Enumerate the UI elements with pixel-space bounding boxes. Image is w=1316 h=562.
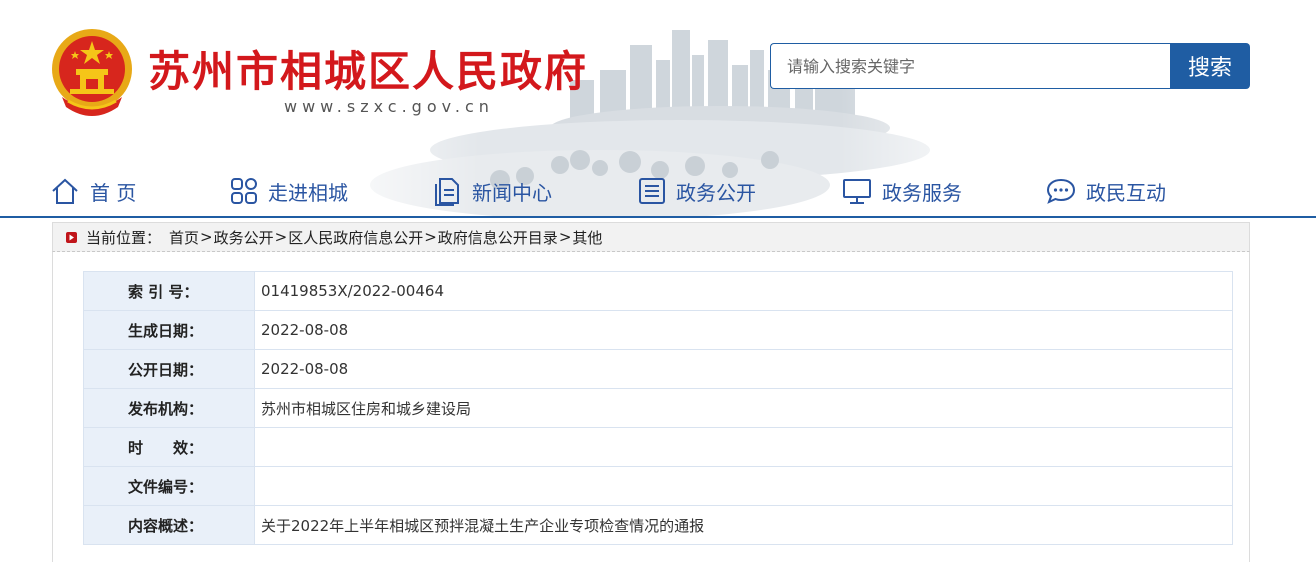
chat-icon — [1046, 178, 1076, 204]
location-marker-icon — [66, 231, 77, 243]
monitor-icon — [843, 179, 871, 204]
search-box: 搜索 — [770, 43, 1250, 89]
nav-item-label: 政务服务 — [882, 180, 962, 205]
created-date-label: 生成日期： — [83, 310, 255, 350]
table-row: 索 引 号： 01419853X/2022-00464 — [83, 271, 1233, 311]
validity-label: 时 效： — [83, 427, 255, 467]
publisher-label: 发布机构： — [83, 388, 255, 428]
publisher-value: 苏州市相城区住房和城乡建设局 — [254, 388, 1233, 428]
breadcrumb-separator: > — [200, 228, 213, 246]
table-row: 内容概述： 关于2022年上半年相城区预拌混凝土生产企业专项检查情况的通报 — [83, 505, 1233, 545]
document-number-value — [254, 466, 1233, 506]
document-icon — [435, 178, 459, 206]
table-row: 生成日期： 2022-08-08 — [83, 310, 1233, 350]
nav-item-label: 首 页 — [90, 180, 137, 205]
table-row: 时 效： — [83, 427, 1233, 467]
info-table: 索 引 号： 01419853X/2022-00464 生成日期： 2022-0… — [83, 271, 1233, 545]
site-url: www.szxc.gov.cn — [284, 97, 494, 116]
breadcrumb-separator: > — [274, 228, 288, 246]
table-row: 公开日期： 2022-08-08 — [83, 349, 1233, 389]
main-nav: 首 页 走进相城 新闻中心 政务公开 政务服务 政民互动 — [0, 168, 1316, 216]
grid-icon — [231, 178, 257, 204]
summary-value: 关于2022年上半年相城区预拌混凝土生产企业专项检查情况的通报 — [254, 505, 1233, 545]
summary-label: 内容概述： — [83, 505, 255, 545]
index-number-value: 01419853X/2022-00464 — [254, 271, 1233, 311]
search-input[interactable] — [770, 43, 1170, 89]
table-row: 文件编号： — [83, 466, 1233, 506]
published-date-label: 公开日期： — [83, 349, 255, 389]
nav-item-label: 新闻中心 — [472, 180, 552, 205]
national-emblem — [52, 29, 132, 116]
nav-item-home[interactable]: 首 页 — [50, 168, 136, 214]
breadcrumb-separator: > — [558, 228, 572, 246]
breadcrumb-info-disclosure[interactable]: 区人民政府信息公开 — [288, 227, 423, 248]
table-row: 发布机构： 苏州市相城区住房和城乡建设局 — [83, 388, 1233, 428]
breadcrumb-home[interactable]: 首页 — [169, 227, 199, 248]
breadcrumb-disclosure-catalog[interactable]: 政府信息公开目录 — [438, 227, 558, 248]
nav-item-label: 政务公开 — [676, 180, 756, 205]
breadcrumb-other[interactable]: 其他 — [572, 227, 602, 248]
created-date-value: 2022-08-08 — [254, 310, 1233, 350]
nav-item-services[interactable]: 政务服务 — [842, 168, 962, 214]
nav-item-news[interactable]: 新闻中心 — [434, 168, 552, 214]
nav-item-label: 走进相城 — [268, 180, 348, 205]
validity-value — [254, 427, 1233, 467]
nav-divider — [0, 216, 1316, 218]
home-icon — [52, 178, 78, 204]
nav-item-about[interactable]: 走进相城 — [230, 168, 348, 214]
breadcrumb-label: 当前位置： — [86, 228, 162, 247]
document-number-label: 文件编号： — [83, 466, 255, 506]
index-number-label: 索 引 号： — [83, 271, 255, 311]
site-title: 苏州市相城区人民政府 — [148, 47, 589, 96]
published-date-value: 2022-08-08 — [254, 349, 1233, 389]
nav-item-gov-affairs[interactable]: 政务公开 — [638, 168, 756, 214]
nav-item-interaction[interactable]: 政民互动 — [1046, 168, 1166, 214]
nav-item-label: 政民互动 — [1086, 180, 1166, 205]
breadcrumb: 当前位置： 首页 > 政务公开 > 区人民政府信息公开 > 政府信息公开目录 >… — [52, 222, 1250, 252]
breadcrumb-gov-affairs[interactable]: 政务公开 — [214, 227, 274, 248]
search-button[interactable]: 搜索 — [1170, 43, 1250, 89]
site-header: 苏州市相城区人民政府 www.szxc.gov.cn 搜索 首 页 走进相城 — [0, 0, 1316, 218]
list-icon — [639, 178, 665, 204]
breadcrumb-separator: > — [424, 228, 437, 246]
